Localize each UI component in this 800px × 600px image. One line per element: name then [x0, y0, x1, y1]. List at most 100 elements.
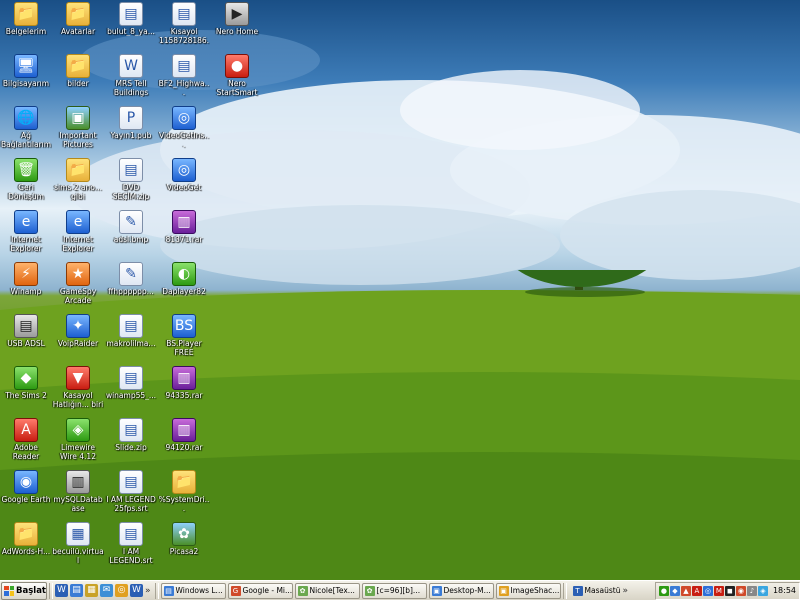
- tray-icon[interactable]: ▲: [680, 585, 691, 596]
- desktop-icon[interactable]: 🗑Geri Dönüşüm Kutusu: [0, 158, 52, 208]
- mail-icon[interactable]: ✉: [100, 584, 113, 597]
- clock[interactable]: 18:54: [773, 586, 796, 595]
- tray-icon[interactable]: ◼: [724, 585, 735, 596]
- desktop-icon[interactable]: ▣ Important Pictures: [52, 106, 104, 156]
- task-button[interactable]: ▣ ImageShac...: [495, 582, 561, 599]
- task-button[interactable]: ▣ Desktop-M...: [428, 582, 494, 599]
- desktop-icon[interactable]: ● Nero StartSmart: [211, 54, 263, 104]
- desktop-icon[interactable]: ▼ Kasayol Hatlığın... biri: [52, 366, 104, 416]
- desktop-icon[interactable]: ◎ VideoGetIns...: [158, 106, 210, 156]
- desktop-icon-label: 81371.rar: [165, 235, 203, 244]
- desktop-icon[interactable]: ◈ Limewire Wire 4.12: [52, 418, 104, 468]
- desktop-icon[interactable]: 📁 Avatarlar: [52, 2, 104, 52]
- desktop-icon[interactable]: ★ GameSpy Arcade: [52, 262, 104, 312]
- desktop-icon[interactable]: ▥ 94335.rar: [158, 366, 210, 416]
- tray-icon[interactable]: ◆: [669, 585, 680, 596]
- desktop-icon[interactable]: ▤Kısayol 1158728186...: [158, 2, 210, 52]
- task-icon: ✿: [297, 585, 308, 596]
- desktop-icon-label: Internet Explorer: [10, 235, 42, 253]
- desktop-icon[interactable]: ▤ bulut_8_ya...: [105, 2, 157, 52]
- desktop-icon[interactable]: ▤ I AM LEGEND.srt: [105, 522, 157, 572]
- desktop-icon[interactable]: ▤ DVD SEÇİM.zip: [105, 158, 157, 208]
- desktop-icon-label: VoipRaider: [57, 339, 99, 348]
- desktop-icon-label: bulut_8_ya...: [107, 27, 155, 36]
- desktop-icon[interactable]: ◆ The Sims 2: [0, 366, 52, 416]
- desktop-icon[interactable]: 📁 bilder: [52, 54, 104, 104]
- tray-icon[interactable]: ●: [658, 585, 669, 596]
- desktop-toolbar[interactable]: T Masaüstü »: [572, 585, 630, 596]
- picture-icon: ▣: [66, 106, 90, 130]
- desktop-icon[interactable]: BS BS.Player FREE: [158, 314, 210, 364]
- desktop-icon[interactable]: 📁 sims 2 ano... gibi: [52, 158, 104, 208]
- system-tray: ● ◆ ▲ A ◎ M ◼ ◉ ♪ ◈ 18:54: [654, 581, 800, 600]
- desktop-icon-label: Nero StartSmart: [216, 79, 258, 97]
- desktop-icon-label: Important Pictures: [59, 131, 97, 149]
- desktop-icon-label: I AM LEGEND 25fps.srt: [106, 495, 156, 513]
- task-button[interactable]: ✿ [c=96][b]...: [361, 582, 427, 599]
- task-label: ImageShac...: [510, 586, 560, 595]
- task-icon: G: [230, 585, 241, 596]
- desktop-icon[interactable]: ▤ Slide.zip: [105, 418, 157, 468]
- tray-icon[interactable]: ♪: [746, 585, 757, 596]
- tray-icon[interactable]: ◎: [702, 585, 713, 596]
- desktop-icon[interactable]: ✎ ffhpppppp...: [105, 262, 157, 312]
- desktop-icon-label: 94120.rar: [165, 443, 203, 452]
- desktop-icon[interactable]: 📁 Belgelerim: [0, 2, 52, 52]
- desktop-icon[interactable]: ▥ 81371.rar: [158, 210, 210, 260]
- start-button[interactable]: Başlat: [1, 581, 47, 600]
- desktop-icon[interactable]: ✎ adsl.bmp: [105, 210, 157, 260]
- task-button[interactable]: ✿ Nicole[Tex...: [294, 582, 360, 599]
- toolbar-overflow-icon[interactable]: »: [622, 586, 628, 596]
- desktop-icon[interactable]: e Internet Explorer: [0, 210, 52, 260]
- shortcut-icon: ▼: [66, 366, 90, 390]
- desktop-icon[interactable]: ▶ Nero Home: [211, 2, 263, 52]
- desktop-icon[interactable]: ▥ mySQLDatabase: [52, 470, 104, 520]
- desktop-icon[interactable]: ▤ I AM LEGEND 25fps.srt: [105, 470, 157, 520]
- desktop-icon-label: Bilgisayarım: [2, 79, 50, 88]
- desktop-icon-label: Kasayol Hatlığın... biri: [52, 391, 104, 409]
- desktop-icon[interactable]: A Adobe Reader: [0, 418, 52, 468]
- desktop-icon[interactable]: ◎ VideoGet: [158, 158, 210, 208]
- desktop-icon[interactable]: P Yayın1.pub: [105, 106, 157, 156]
- desktop[interactable]: 📁 Belgelerim 🖥 Bilgisayarım 🌐 Ağ Bağlantıları…: [0, 0, 800, 580]
- desktop-icon[interactable]: ▤ makrolilma...: [105, 314, 157, 364]
- explorer-icon[interactable]: ◎: [115, 584, 128, 597]
- desktop-icon[interactable]: ✦ VoipRaider: [52, 314, 104, 364]
- rar-icon: ▥: [172, 210, 196, 234]
- tray-icon[interactable]: M: [713, 585, 724, 596]
- desktop-icon[interactable]: ▦ becuilü.virtual: [52, 522, 104, 572]
- folder-icon[interactable]: ▦: [85, 584, 98, 597]
- quick-launch-overflow[interactable]: »: [145, 586, 151, 596]
- task-button[interactable]: G Google - Mi...: [227, 582, 293, 599]
- word-icon[interactable]: W: [55, 584, 68, 597]
- desktop-icon[interactable]: ◐ Daplayer82: [158, 262, 210, 312]
- start-label: Başlat: [16, 585, 46, 596]
- task-button[interactable]: ▤ Windows L...: [160, 582, 226, 599]
- desktop-icon-label: Google Earth: [1, 495, 51, 504]
- word-icon[interactable]: W: [130, 584, 143, 597]
- desktop-icon[interactable]: ▥ 94120.rar: [158, 418, 210, 468]
- application-icon: ▥: [66, 470, 90, 494]
- desktop-icon[interactable]: ▤ BF2_Highwa...: [158, 54, 210, 104]
- task-label: Desktop-M...: [443, 586, 491, 595]
- desktop-icon[interactable]: ▤ winamp55_...: [105, 366, 157, 416]
- desktop-icon[interactable]: ✿ Picasa2: [158, 522, 210, 572]
- tray-icon[interactable]: ◉: [735, 585, 746, 596]
- desktop-icon-label: Daplayer82: [162, 287, 206, 296]
- desktop-icon[interactable]: ◉ Google Earth: [0, 470, 52, 520]
- file-icon: ▦: [66, 522, 90, 546]
- desktop-icon[interactable]: 🖥 Bilgisayarım: [0, 54, 52, 104]
- desktop-icon[interactable]: e Internet Explorer: [52, 210, 104, 260]
- tray-icon[interactable]: A: [691, 585, 702, 596]
- document-icon[interactable]: ▤: [70, 584, 83, 597]
- desktop-icon[interactable]: ▤ USB ADSL: [0, 314, 52, 364]
- task-icon: ✿: [364, 585, 375, 596]
- desktop-icon[interactable]: ⚡ Winamp: [0, 262, 52, 312]
- desktop-icon[interactable]: 🌐 Ağ Bağlantılarım: [0, 106, 52, 156]
- desktop-icon[interactable]: WMRS Tell Buildings Qu...: [105, 54, 157, 104]
- internet-explorer-icon: e: [66, 210, 90, 234]
- tray-icon[interactable]: ◈: [757, 585, 768, 596]
- voipraider-icon: ✦: [66, 314, 90, 338]
- desktop-icon[interactable]: 📁 %SystemDri...: [158, 470, 210, 520]
- desktop-icon[interactable]: 📁 AdWords-H...: [0, 522, 52, 572]
